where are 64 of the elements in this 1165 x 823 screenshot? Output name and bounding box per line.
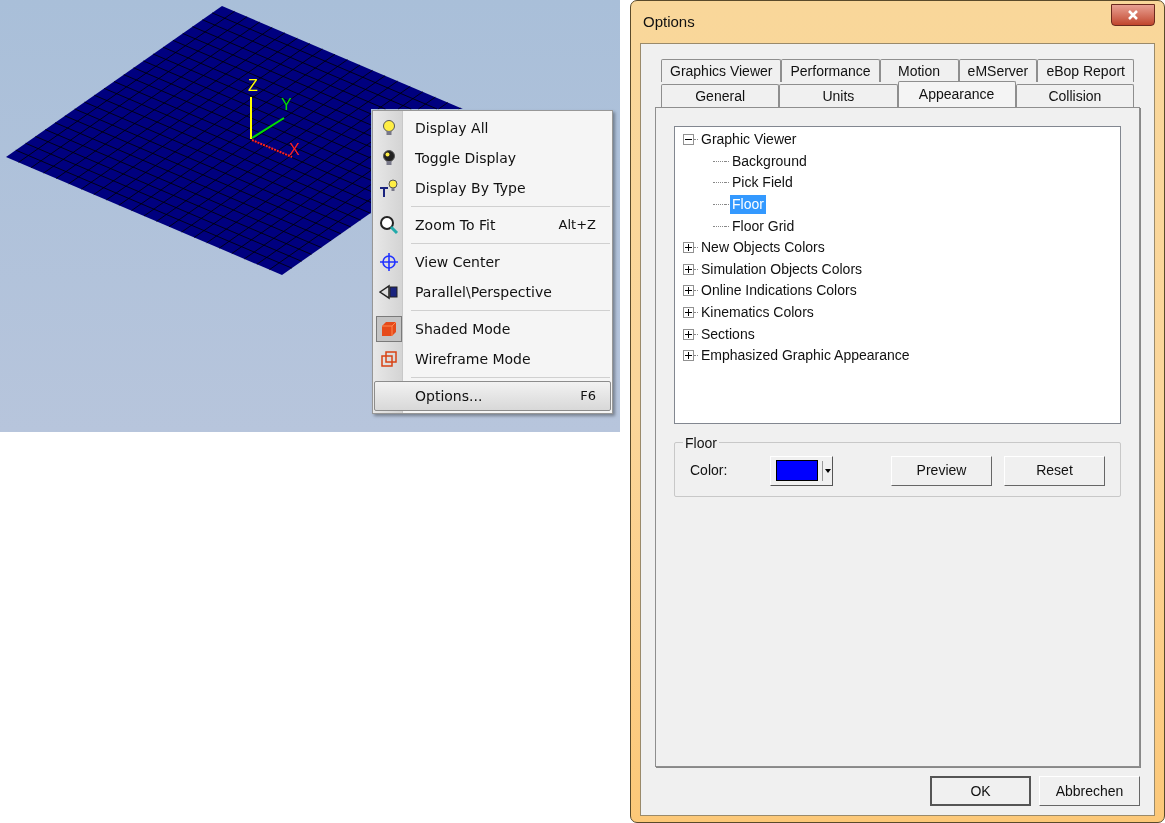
wireframe-cube-icon: [379, 349, 399, 369]
tree-item[interactable]: New Objects Colors: [699, 238, 827, 258]
tree-item[interactable]: Graphic Viewer: [699, 130, 799, 150]
tree-item[interactable]: Pick Field: [730, 173, 795, 193]
menu-item-label: Options...: [415, 386, 484, 406]
menu-item-label: View Center: [415, 252, 501, 272]
menu-item[interactable]: Options... F6: [374, 381, 611, 411]
close-icon: [1127, 9, 1139, 21]
3d-viewport[interactable]: Z Y X Display All Toggle Display Display By Type Zoom To Fit Alt+Z View Center Parallel\Perspective Shaded Mode Wireframe Mode Options... F6: [0, 0, 620, 432]
menu-item-label: Parallel\Perspective: [415, 282, 553, 302]
shortcut-label: Alt+Z: [558, 216, 596, 235]
menu-item-label: Wireframe Mode: [415, 349, 532, 369]
tab[interactable]: Motion: [879, 59, 959, 82]
menu-item-label: Shaded Mode: [415, 319, 512, 339]
expand-icon[interactable]: [683, 285, 694, 297]
color-picker[interactable]: [770, 455, 834, 486]
tree-item[interactable]: Floor Grid: [730, 216, 797, 236]
dialog-button[interactable]: Preview: [891, 455, 992, 486]
menu-item[interactable]: Display By Type: [374, 173, 611, 203]
type-bulb-icon: [379, 178, 399, 198]
color-label: Color:: [690, 461, 728, 480]
tree-item[interactable]: Emphasized Graphic Appearance: [699, 346, 912, 366]
tree-item[interactable]: Sections: [699, 324, 757, 344]
expand-icon[interactable]: [683, 242, 694, 254]
solid-cube-icon: [379, 319, 399, 339]
tab[interactable]: eBop Report: [1037, 59, 1134, 82]
expand-icon[interactable]: [683, 328, 694, 340]
menu-item[interactable]: View Center: [374, 247, 611, 277]
menu-item[interactable]: Shaded Mode: [374, 314, 611, 344]
tab[interactable]: Collision: [1015, 84, 1134, 107]
tab[interactable]: Graphics Viewer: [661, 59, 782, 82]
x-axis: X: [251, 139, 300, 158]
caret-icon: [825, 468, 832, 473]
menu-item[interactable]: Zoom To Fit Alt+Z: [374, 210, 611, 240]
tab[interactable]: Performance: [781, 59, 880, 82]
expand-icon[interactable]: [683, 350, 694, 362]
close-button[interactable]: [1111, 4, 1155, 26]
collapse-icon[interactable]: [683, 134, 694, 146]
tree-item[interactable]: Online Indications Colors: [699, 281, 859, 301]
tree-item[interactable]: Kinematics Colors: [699, 303, 816, 323]
menu-item[interactable]: Toggle Display: [374, 143, 611, 173]
dialog-button[interactable]: Abbrechen: [1039, 776, 1140, 806]
menu-item-label: Display All: [415, 118, 490, 138]
menu-item-label: Zoom To Fit: [415, 215, 497, 235]
tab[interactable]: Appearance: [897, 81, 1016, 107]
tab[interactable]: eMServer: [958, 59, 1038, 82]
menu-item[interactable]: Wireframe Mode: [374, 344, 611, 374]
tab[interactable]: General: [661, 84, 780, 107]
dialog-button[interactable]: Reset: [1004, 455, 1105, 486]
shortcut-label: F6: [580, 387, 596, 406]
tree-item[interactable]: Simulation Objects Colors: [699, 259, 865, 279]
expand-icon[interactable]: [683, 307, 694, 319]
tab[interactable]: Units: [779, 84, 898, 107]
menu-item[interactable]: Display All: [374, 113, 611, 143]
dialog-button[interactable]: OK: [930, 776, 1031, 806]
window-title: Options: [643, 11, 696, 32]
crosshair-icon: [379, 252, 399, 272]
menu-item-label: Toggle Display: [415, 148, 518, 168]
perspective-icon: [379, 282, 399, 302]
menu-item-label: Display By Type: [415, 178, 527, 198]
menu-item[interactable]: Parallel\Perspective: [374, 277, 611, 307]
tree-item[interactable]: Background: [730, 151, 809, 171]
magnifier-icon: [379, 215, 399, 235]
expand-icon[interactable]: [683, 263, 694, 275]
